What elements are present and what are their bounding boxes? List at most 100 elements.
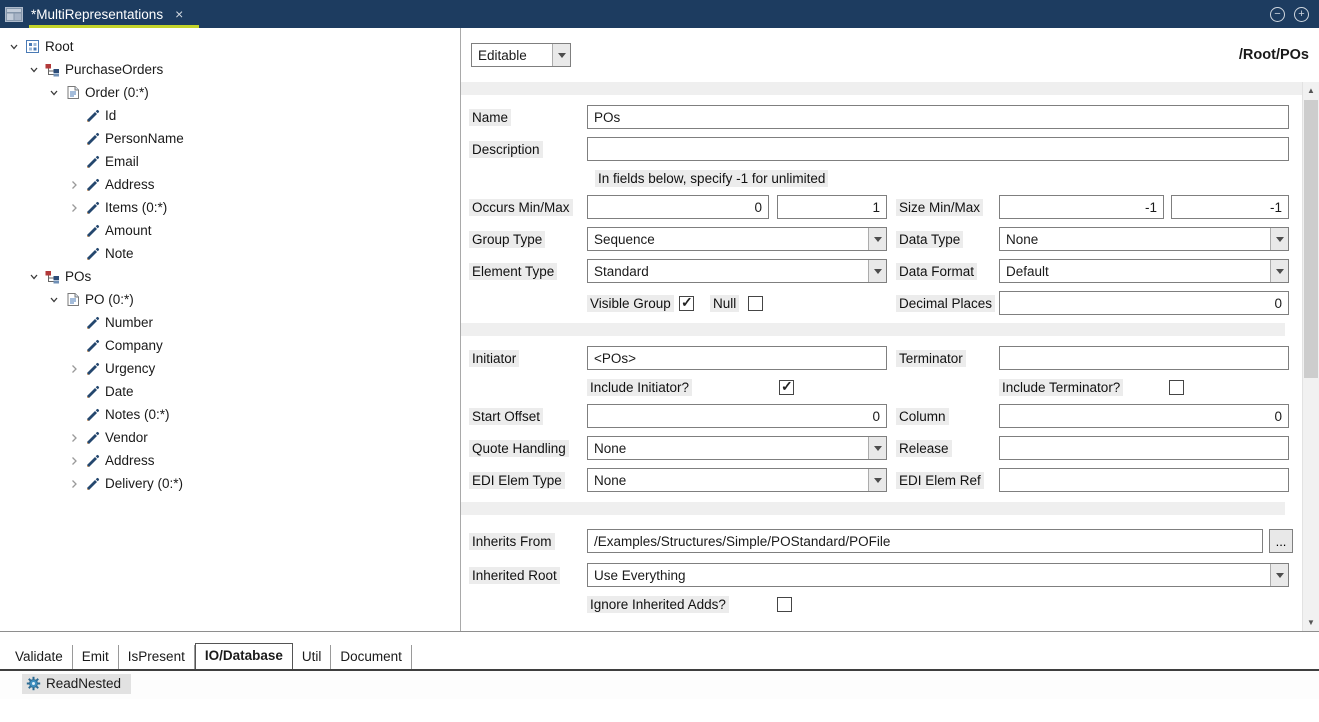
representation-value: Editable (472, 44, 552, 66)
name-input[interactable] (587, 105, 1289, 129)
chevron-down-icon[interactable] (868, 260, 886, 282)
edi-elem-ref-input[interactable] (999, 468, 1289, 492)
tree-item-note[interactable]: Note (0, 242, 460, 265)
tree-item-address[interactable]: Address (0, 173, 460, 196)
tab-util[interactable]: Util (293, 645, 332, 669)
chevron-down-icon[interactable] (26, 62, 42, 78)
scrollbar-thumb[interactable] (1304, 100, 1318, 378)
group-type-select[interactable]: Sequence (587, 227, 887, 251)
include-terminator-checkbox[interactable] (1169, 380, 1184, 395)
field-icon (84, 430, 101, 446)
group-type-value: Sequence (588, 228, 868, 250)
mode-row: Editable /Root/POs (461, 28, 1319, 82)
chevron-right-icon[interactable] (66, 177, 82, 193)
include-terminator-label: Include Terminator? (999, 379, 1123, 396)
document-tab[interactable]: *MultiRepresentations × (29, 0, 199, 28)
tree-item-notes-0[interactable]: Notes (0:*) (0, 403, 460, 426)
tree-item-label: Company (105, 338, 163, 353)
ignore-inherited-adds-checkbox[interactable] (777, 597, 792, 612)
chevron-down-icon[interactable] (1270, 260, 1288, 282)
tab-close-icon[interactable]: × (175, 7, 183, 21)
field-icon (84, 108, 101, 124)
data-type-select[interactable]: None (999, 227, 1289, 251)
data-type-label: Data Type (896, 231, 963, 248)
description-input[interactable] (587, 137, 1289, 161)
description-row: Description (469, 137, 1302, 161)
scroll-up-icon[interactable]: ▲ (1303, 82, 1319, 99)
occurs-min-input[interactable] (587, 195, 769, 219)
chevron-down-icon[interactable] (46, 292, 62, 308)
script-item-readnested[interactable]: ReadNested (22, 674, 131, 694)
decimal-places-input[interactable] (999, 291, 1289, 315)
tree-item-urgency[interactable]: Urgency (0, 357, 460, 380)
group-type-label: Group Type (469, 231, 545, 248)
browse-button[interactable]: ... (1269, 529, 1293, 553)
tree-item-delivery-0[interactable]: Delivery (0:*) (0, 472, 460, 495)
chevron-down-icon[interactable] (6, 39, 22, 55)
tree-item-email[interactable]: Email (0, 150, 460, 173)
occurs-max-input[interactable] (777, 195, 887, 219)
size-min-input[interactable] (999, 195, 1164, 219)
tree-item-root[interactable]: Root (0, 35, 460, 58)
tree-item-number[interactable]: Number (0, 311, 460, 334)
inherits-from-input[interactable] (587, 529, 1263, 553)
terminator-input[interactable] (999, 346, 1289, 370)
scroll-down-icon[interactable]: ▼ (1303, 614, 1319, 631)
quote-handling-select[interactable]: None (587, 436, 887, 460)
tab-document[interactable]: Document (331, 645, 412, 669)
representation-select[interactable]: Editable (471, 43, 571, 67)
size-max-input[interactable] (1171, 195, 1289, 219)
chevron-right-icon[interactable] (66, 453, 82, 469)
chevron-right-icon[interactable] (66, 200, 82, 216)
chevron-down-icon[interactable] (1270, 564, 1288, 586)
tree-item-po-0[interactable]: PO (0:*) (0, 288, 460, 311)
chevron-down-icon[interactable] (46, 85, 62, 101)
chevron-right-icon[interactable] (66, 476, 82, 492)
chevron-right-icon[interactable] (66, 361, 82, 377)
decimal-places-label: Decimal Places (896, 295, 995, 312)
visible-group-checkbox[interactable] (679, 296, 694, 311)
tab-ispresent[interactable]: IsPresent (119, 645, 195, 669)
tree-item-vendor[interactable]: Vendor (0, 426, 460, 449)
vertical-scrollbar[interactable]: ▲ ▼ (1302, 82, 1319, 631)
tree-item-date[interactable]: Date (0, 380, 460, 403)
collapse-panel-button[interactable]: − (1270, 7, 1285, 22)
chevron-down-icon[interactable] (868, 437, 886, 459)
include-initiator-checkbox[interactable] (779, 380, 794, 395)
tree-item-personname[interactable]: PersonName (0, 127, 460, 150)
edi-elem-type-select[interactable]: None (587, 468, 887, 492)
tree-item-amount[interactable]: Amount (0, 219, 460, 242)
chevron-down-icon[interactable] (26, 269, 42, 285)
inherited-root-select[interactable]: Use Everything (587, 563, 1289, 587)
record-icon (64, 292, 81, 308)
chevron-down-icon[interactable] (868, 228, 886, 250)
structure-icon (44, 62, 61, 78)
tab-emit[interactable]: Emit (73, 645, 119, 669)
expand-panel-button[interactable]: + (1294, 7, 1309, 22)
tree-item-pos[interactable]: POs (0, 265, 460, 288)
description-label: Description (469, 141, 543, 158)
null-checkbox[interactable] (748, 296, 763, 311)
ignore-inherited-row: Ignore Inherited Adds? (469, 595, 1302, 613)
tab-io-database[interactable]: IO/Database (195, 643, 293, 669)
tree-item-label: Order (0:*) (85, 85, 149, 100)
start-offset-input[interactable] (587, 404, 887, 428)
release-input[interactable] (999, 436, 1289, 460)
tab-validate[interactable]: Validate (6, 645, 73, 669)
column-input[interactable] (999, 404, 1289, 428)
chevron-right-icon[interactable] (66, 430, 82, 446)
tree-item-items-0[interactable]: Items (0:*) (0, 196, 460, 219)
tree-item-purchaseorders[interactable]: PurchaseOrders (0, 58, 460, 81)
element-type-select[interactable]: Standard (587, 259, 887, 283)
chevron-down-icon[interactable] (552, 44, 570, 66)
occurs-label: Occurs Min/Max (469, 199, 573, 216)
initiator-input[interactable] (587, 346, 887, 370)
tree-item-address[interactable]: Address (0, 449, 460, 472)
tree-item-company[interactable]: Company (0, 334, 460, 357)
data-format-select[interactable]: Default (999, 259, 1289, 283)
chevron-down-icon[interactable] (1270, 228, 1288, 250)
tree-item-id[interactable]: Id (0, 104, 460, 127)
chevron-down-icon[interactable] (868, 469, 886, 491)
inherited-root-label: Inherited Root (469, 567, 560, 584)
tree-item-order-0[interactable]: Order (0:*) (0, 81, 460, 104)
